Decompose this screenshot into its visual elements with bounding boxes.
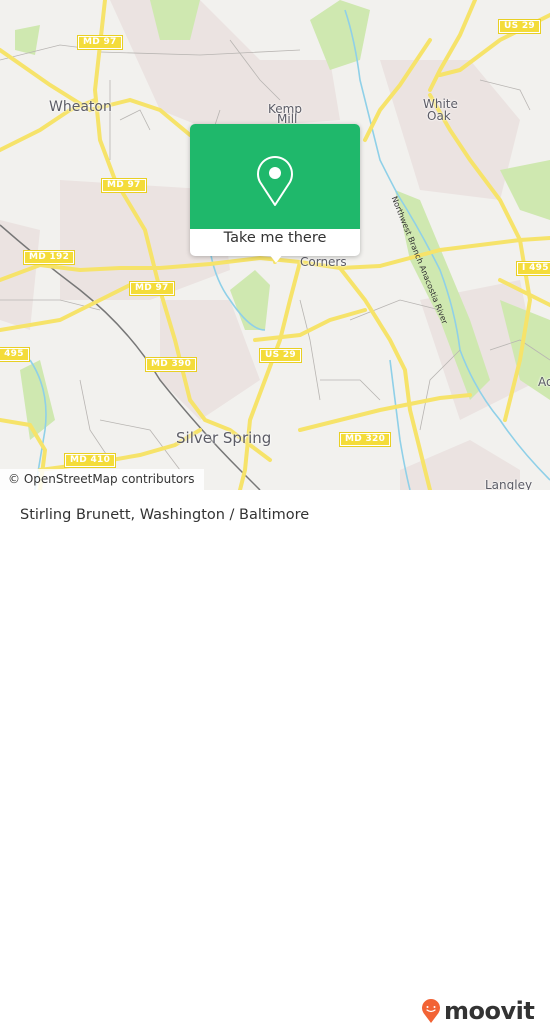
route-shield: MD 390 bbox=[144, 357, 198, 372]
popup-header[interactable] bbox=[190, 124, 360, 229]
place-label-silver-spring: Silver Spring bbox=[176, 429, 272, 447]
footer: Stirling Brunett, Washington / Baltimore… bbox=[0, 490, 550, 1025]
map[interactable]: MD 97 MD 97 MD 97 MD 192 US 29 I 495 I 4… bbox=[0, 0, 550, 490]
route-shield: MD 410 bbox=[63, 453, 117, 468]
moovit-pin-icon bbox=[422, 999, 440, 1023]
brand-wordmark: moovit bbox=[444, 997, 535, 1025]
route-shield: US 29 bbox=[498, 19, 541, 34]
moovit-logo[interactable]: moovit bbox=[421, 997, 535, 1025]
route-shield: MD 320 bbox=[338, 432, 392, 447]
place-label-langley: Langley bbox=[485, 478, 533, 490]
route-shield: MD 97 bbox=[101, 178, 147, 193]
route-shield: MD 97 bbox=[77, 35, 123, 50]
map-pin-icon bbox=[257, 156, 293, 206]
place-label-adelphi: Ad bbox=[538, 375, 550, 389]
place-label-oak: Oak bbox=[427, 109, 451, 123]
take-me-there-button[interactable]: Take me there bbox=[190, 230, 360, 246]
route-shield: I 495 bbox=[0, 347, 30, 362]
popup-tail bbox=[269, 254, 283, 263]
place-label-corners: Corners bbox=[300, 255, 347, 269]
destination-popup[interactable]: Take me there bbox=[190, 124, 360, 263]
route-shield: MD 97 bbox=[129, 281, 175, 296]
route-shield: MD 192 bbox=[22, 250, 76, 265]
map-attribution[interactable]: © OpenStreetMap contributors bbox=[0, 469, 205, 490]
location-title: Stirling Brunett, Washington / Baltimore bbox=[20, 507, 310, 523]
route-shield: US 29 bbox=[259, 348, 302, 363]
place-label-wheaton: Wheaton bbox=[49, 99, 112, 115]
route-shield: I 495 bbox=[516, 261, 550, 276]
